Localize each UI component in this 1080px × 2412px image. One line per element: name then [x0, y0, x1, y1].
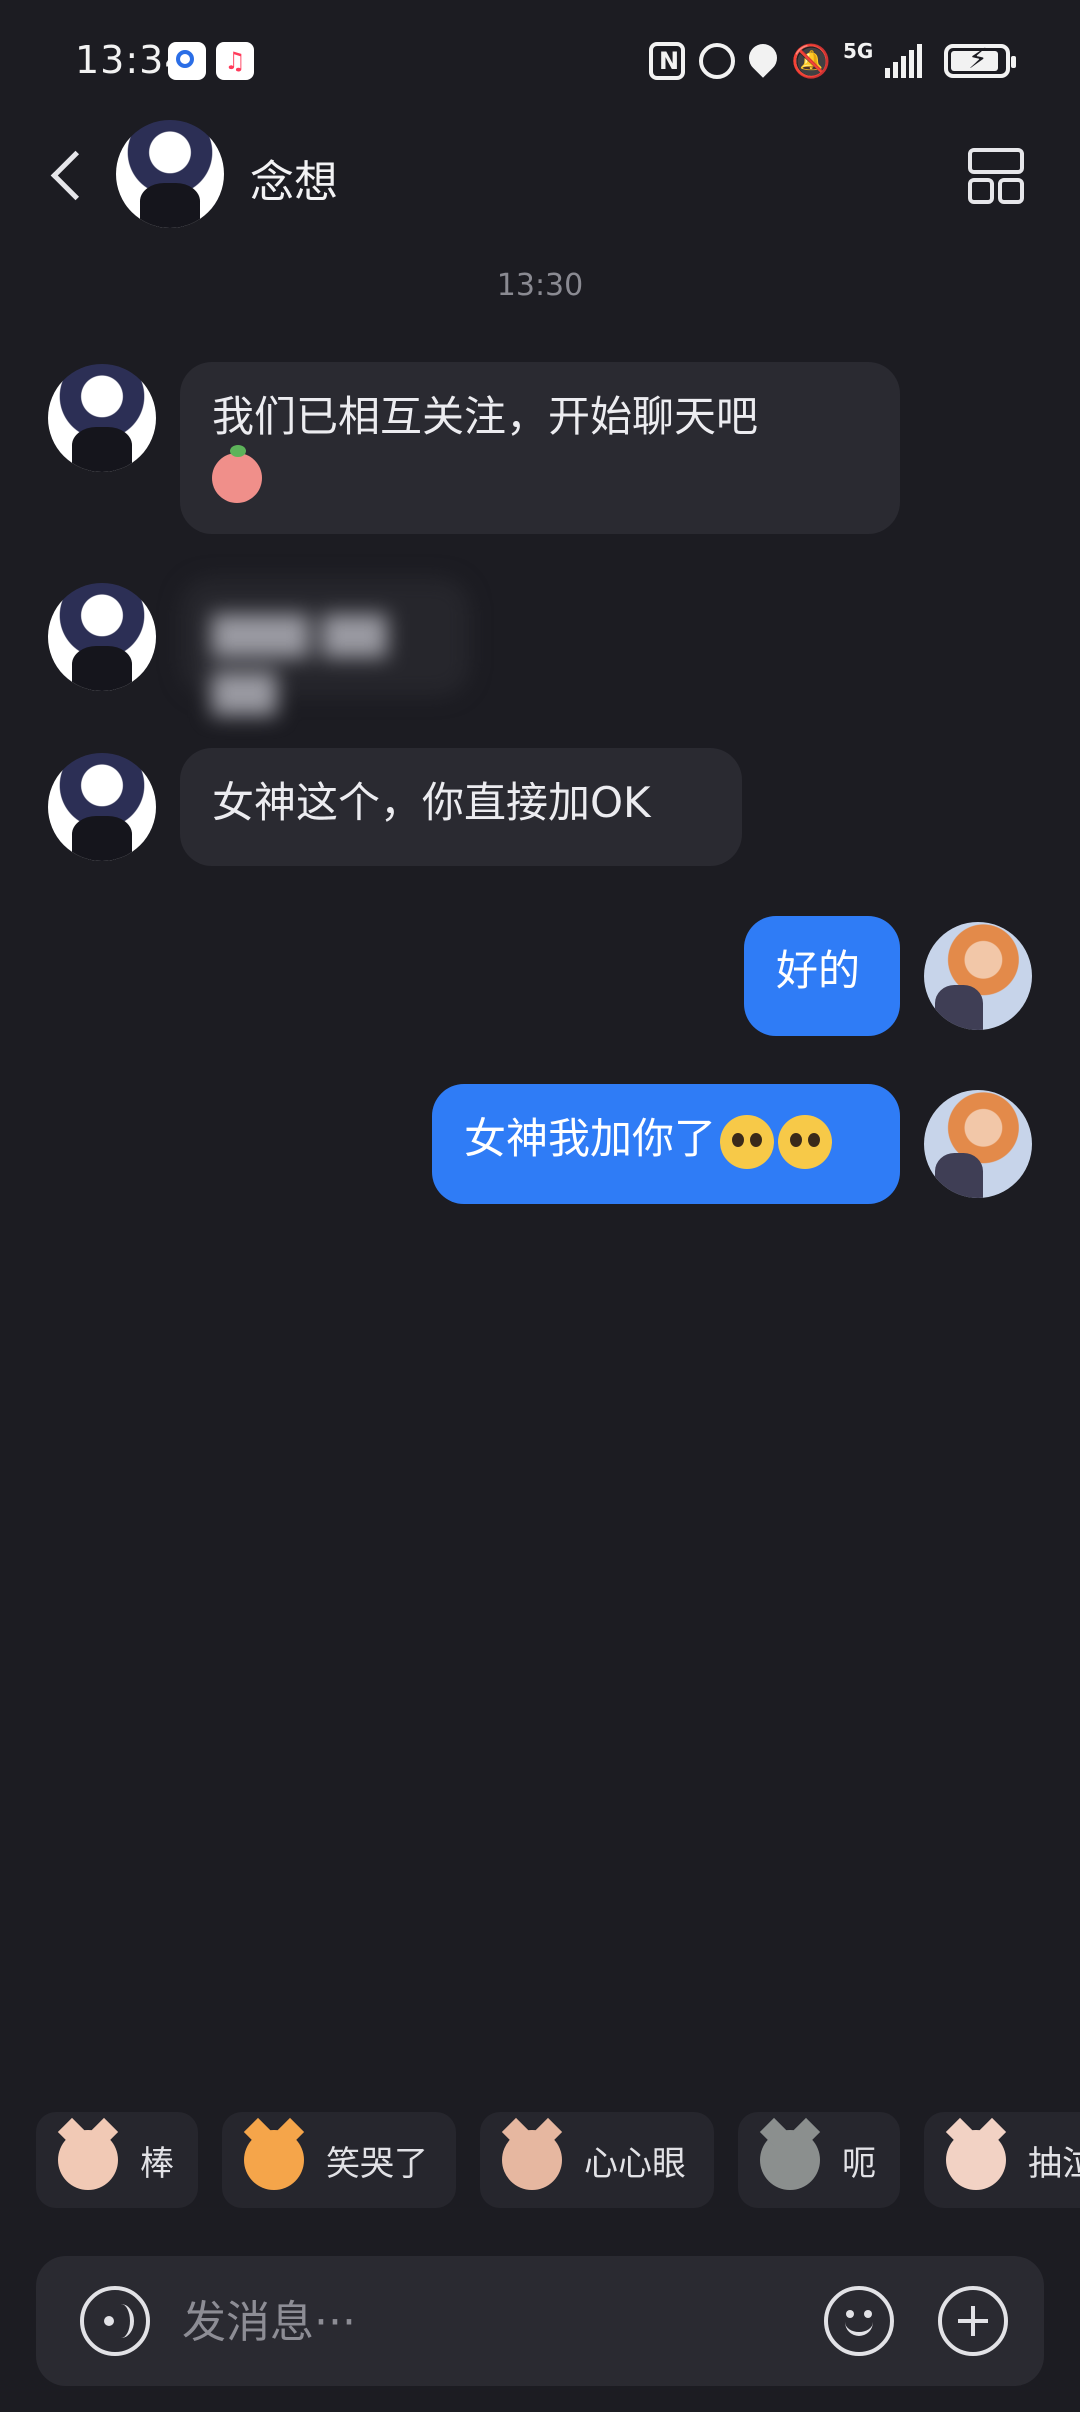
location-icon	[743, 38, 783, 78]
signal-icon	[885, 44, 922, 78]
grid-layout-icon[interactable]	[968, 148, 1024, 204]
cat-sticker-icon	[244, 2130, 304, 2190]
sticker-label: 呃	[842, 2143, 876, 2184]
message-text-blurred: ▇▇▇ ▇▇ ▇▇	[212, 608, 387, 715]
message-row: 女神我加你了	[0, 1084, 1080, 1204]
message-text: 女神我加你了	[464, 1114, 717, 1163]
contact-avatar[interactable]	[48, 364, 156, 472]
contact-avatar[interactable]	[116, 120, 224, 228]
message-text: 女神这个，你直接加OK	[212, 778, 651, 827]
message-bubble-incoming-blurred[interactable]: ▇▇▇ ▇▇ ▇▇	[180, 578, 470, 715]
nfc-icon	[649, 42, 685, 80]
sticker-label: 心心眼	[584, 2143, 686, 2184]
sticker-label: 棒	[140, 2143, 174, 2184]
sticker-item[interactable]: 笑哭了	[222, 2112, 456, 2208]
bolt-icon: ⚡	[968, 42, 988, 75]
message-text: 好的	[776, 946, 861, 995]
status-bar: 13:34 ♫ 🔕 5G ⚡	[0, 0, 1080, 120]
message-row: 好的	[0, 916, 1080, 1036]
app-badge-icon	[168, 42, 206, 80]
message-bubble-incoming[interactable]: 我们已相互关注，开始聊天吧	[180, 362, 900, 534]
message-row: 女神这个，你直接加OK	[0, 748, 1080, 866]
sticker-item[interactable]: 心心眼	[480, 2112, 714, 2208]
cat-sticker-icon	[946, 2130, 1006, 2190]
peach-emoji-icon	[212, 444, 262, 503]
mute-icon: 🔕	[791, 42, 831, 80]
contact-name[interactable]: 念想	[250, 146, 338, 210]
contact-avatar[interactable]	[48, 583, 156, 691]
message-bubble-incoming[interactable]: 女神这个，你直接加OK	[180, 748, 742, 866]
cat-sticker-icon	[58, 2130, 118, 2190]
pleading-face-emoji-icon	[720, 1114, 775, 1169]
my-avatar[interactable]	[924, 922, 1032, 1030]
chat-header: 念想	[0, 120, 1080, 230]
status-icons: 🔕 5G ⚡	[649, 36, 1016, 86]
chevron-left-icon[interactable]	[48, 148, 88, 204]
message-row: 我们已相互关注，开始聊天吧	[0, 362, 1080, 534]
message-text: 我们已相互关注，开始聊天吧	[212, 392, 759, 441]
alarm-icon	[699, 43, 735, 79]
sticker-label: 笑哭了	[326, 2143, 428, 2184]
message-timestamp: 13:30	[496, 268, 584, 303]
my-avatar[interactable]	[924, 1090, 1032, 1198]
music-app-icon: ♫	[216, 42, 254, 80]
cat-sticker-icon	[502, 2130, 562, 2190]
sticker-label: 抽泣	[1028, 2143, 1080, 2184]
sticker-item[interactable]: 抽泣	[924, 2112, 1080, 2208]
message-input-bar	[36, 2256, 1044, 2386]
message-input[interactable]	[180, 2286, 804, 2358]
message-bubble-outgoing[interactable]: 好的	[744, 916, 900, 1036]
message-row: ▇▇▇ ▇▇ ▇▇	[0, 578, 1080, 715]
cat-sticker-icon	[760, 2130, 820, 2190]
battery-charging-icon: ⚡	[944, 42, 1016, 78]
sticker-item[interactable]: 棒	[36, 2112, 198, 2208]
sticker-item[interactable]: 呃	[738, 2112, 900, 2208]
voice-icon[interactable]	[80, 2286, 150, 2356]
plus-icon[interactable]	[938, 2286, 1008, 2356]
sticker-suggestions: 棒 笑哭了 心心眼 呃 抽泣	[36, 2112, 1080, 2208]
message-bubble-outgoing[interactable]: 女神我加你了	[432, 1084, 900, 1204]
emoji-icon[interactable]	[824, 2286, 894, 2356]
contact-avatar[interactable]	[48, 753, 156, 861]
pleading-face-emoji-icon	[778, 1114, 833, 1169]
network-type: 5G	[843, 39, 874, 63]
